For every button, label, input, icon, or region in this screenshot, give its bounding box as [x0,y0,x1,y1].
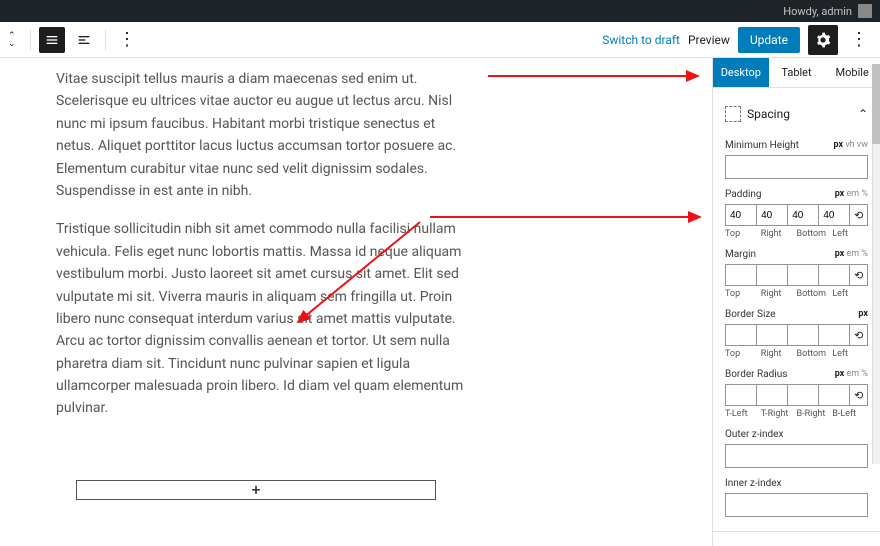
border-right-input[interactable] [756,324,787,346]
editor-canvas[interactable]: Vitae suscipit tellus mauris a diam maec… [0,58,712,546]
padding-right-input[interactable] [756,204,787,226]
panel-title: Spacing [747,107,790,121]
avatar[interactable] [858,4,872,18]
howdy-text[interactable]: Howdy, admin [783,5,852,18]
margin-bottom-input[interactable] [787,264,818,286]
field-label: Minimum Height [725,140,799,151]
padding-field: Paddingpx em % ⟲ TopRightBottomLeft [725,189,868,239]
align-left-button[interactable] [71,27,97,53]
min-height-input[interactable] [725,155,868,179]
padding-bottom-input[interactable] [787,204,818,226]
radius-br-input[interactable] [787,384,818,406]
settings-button[interactable] [808,25,838,55]
tab-desktop[interactable]: Desktop [713,58,769,87]
colors-panel-toggle[interactable]: Colors ⌄ [725,542,868,546]
radius-link-button[interactable]: ⟲ [849,384,868,406]
min-height-field: Minimum Heightpx vh vw [725,140,868,179]
field-label: Border Size [725,309,776,320]
field-label: Outer z-index [725,429,783,440]
admin-bar: Howdy, admin [0,0,880,22]
preview-button[interactable]: Preview [688,33,730,47]
border-bottom-input[interactable] [787,324,818,346]
settings-sidebar: Desktop Tablet Mobile Spacing ⌃ Minimum … [712,58,880,546]
radius-bl-input[interactable] [818,384,849,406]
scrollbar-thumb[interactable] [872,64,880,144]
radius-tl-input[interactable] [725,384,756,406]
gear-icon [815,32,831,48]
border-top-input[interactable] [725,324,756,346]
paragraph-block[interactable]: Tristique sollicitudin nibh sit amet com… [56,218,476,420]
margin-link-button[interactable]: ⟲ [849,264,868,286]
outer-z-field: Outer z-index [725,429,868,468]
border-left-input[interactable] [818,324,849,346]
padding-link-button[interactable]: ⟲ [849,204,868,226]
paragraph-block[interactable]: Vitae suscipit tellus mauris a diam maec… [56,68,476,202]
more-options-right[interactable]: ⋮ [846,31,872,49]
padding-left-input[interactable] [818,204,849,226]
update-button[interactable]: Update [738,27,800,53]
plus-icon: + [251,480,260,499]
more-options-left[interactable]: ⋮ [114,31,140,49]
spacing-panel-toggle[interactable]: Spacing ⌃ [725,98,868,130]
switch-to-draft-link[interactable]: Switch to draft [602,33,680,47]
inner-z-input[interactable] [725,493,868,517]
align-justify-button[interactable] [39,27,65,53]
radius-tr-input[interactable] [756,384,787,406]
responsive-tabs: Desktop Tablet Mobile [713,58,880,88]
spacing-icon [725,106,741,122]
editor-toolbar: ⌃⌄ ⋮ Switch to draft Preview Update ⋮ [0,22,880,58]
field-label: Padding [725,189,762,200]
field-label: Border Radius [725,369,787,380]
margin-left-input[interactable] [818,264,849,286]
field-label: Margin [725,249,756,260]
chevron-up-icon: ⌃ [858,107,868,121]
separator [30,29,31,51]
margin-field: Marginpx em % ⟲ TopRightBottomLeft [725,249,868,299]
colors-panel: Colors ⌄ [713,531,880,546]
border-size-field: Border Sizepx ⟲ TopRightBottomLeft [725,309,868,359]
outer-z-input[interactable] [725,444,868,468]
spacing-panel: Spacing ⌃ Minimum Heightpx vh vw Padding… [713,88,880,531]
border-radius-field: Border Radiuspx em % ⟲ T-LeftT-RightB-Ri… [725,369,868,419]
separator [105,29,106,51]
field-label: Inner z-index [725,478,782,489]
inner-z-field: Inner z-index [725,478,868,517]
margin-top-input[interactable] [725,264,756,286]
main-layout: Vitae suscipit tellus mauris a diam maec… [0,58,880,546]
collapse-toggle[interactable]: ⌃⌄ [8,32,22,48]
add-block-button[interactable]: + [76,480,436,500]
padding-top-input[interactable] [725,204,756,226]
margin-right-input[interactable] [756,264,787,286]
border-link-button[interactable]: ⟲ [849,324,868,346]
tab-tablet[interactable]: Tablet [769,58,825,87]
